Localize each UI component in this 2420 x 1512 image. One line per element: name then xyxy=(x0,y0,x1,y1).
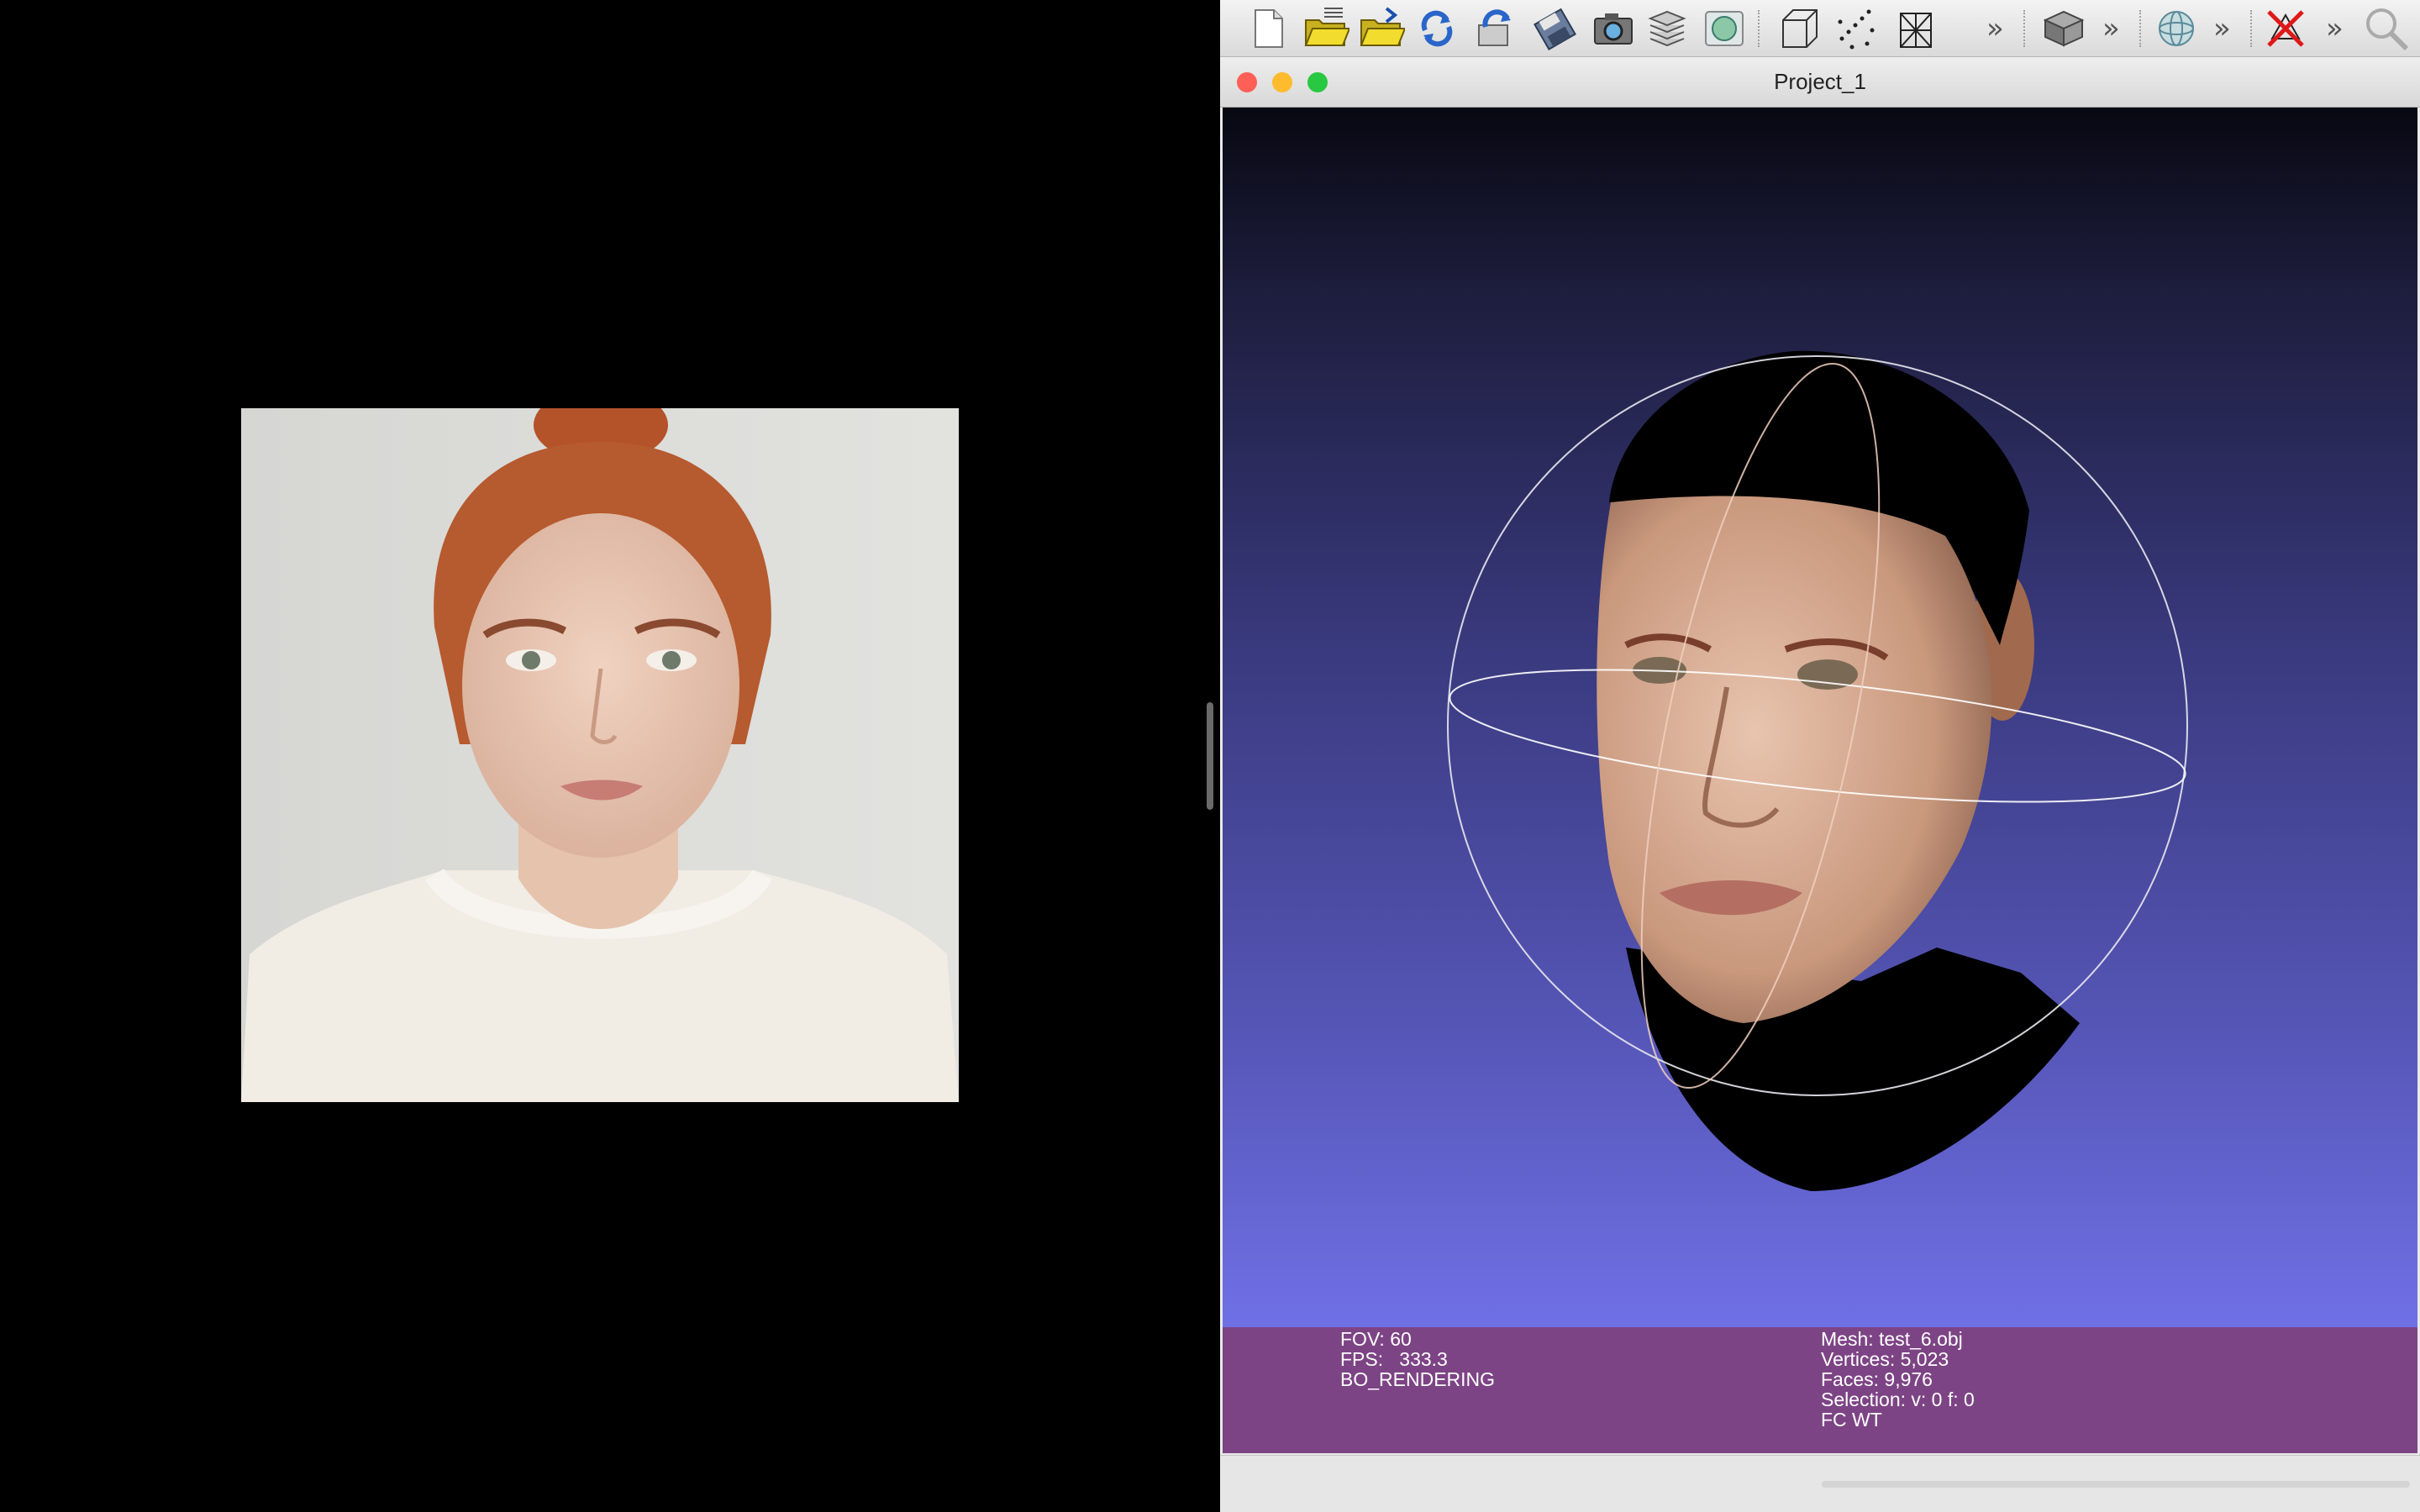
points-icon[interactable] xyxy=(1833,5,1881,52)
fps-readout: FPS: 333.3 xyxy=(1340,1348,1448,1370)
more-chevron-icon[interactable]: » xyxy=(2102,12,2120,45)
split-divider-handle[interactable] xyxy=(1207,702,1213,810)
zoom-icon[interactable] xyxy=(2363,5,2410,52)
render-mode-icon[interactable] xyxy=(2040,5,2087,52)
import-mesh-icon[interactable] xyxy=(1358,5,1407,52)
3d-viewport[interactable] xyxy=(1223,108,2417,1327)
open-project-icon[interactable] xyxy=(1302,5,1351,52)
wireframe-icon[interactable] xyxy=(1892,5,1939,52)
flags-readout: FC WT xyxy=(1821,1409,1882,1431)
more-chevron-icon[interactable]: » xyxy=(2326,12,2344,45)
mesh-name-readout: Mesh: test_6.obj xyxy=(1821,1328,1963,1350)
viewport-info-overlay: FOV: 60 FPS: 333.3 BO_RENDERING Mesh: te… xyxy=(1223,1327,2417,1453)
window-titlebar: Project_1 xyxy=(1220,57,2420,108)
window-title: Project_1 xyxy=(1774,69,1866,94)
sphere-decorator-icon[interactable] xyxy=(2153,5,2200,52)
raster-icon[interactable] xyxy=(1701,5,1748,52)
reload-icon[interactable] xyxy=(1413,5,1460,52)
bounding-box-icon[interactable] xyxy=(1775,5,1822,52)
vertices-readout: Vertices: 5,023 xyxy=(1821,1348,1949,1370)
mesh-viewer-app: » » » » Project_1 FOV: 60 FPS: 333.3 BO_… xyxy=(1220,0,2420,1512)
render-info: FOV: 60 FPS: 333.3 BO_RENDERING xyxy=(1340,1329,1495,1389)
selection-readout: Selection: v: 0 f: 0 xyxy=(1821,1389,1975,1410)
more-chevron-icon[interactable]: » xyxy=(2213,12,2231,45)
status-bar xyxy=(1220,1455,2420,1512)
render-mode-readout: BO_RENDERING xyxy=(1340,1368,1496,1390)
horizontal-scrollbar[interactable] xyxy=(1822,1481,2410,1488)
snapshot-icon[interactable] xyxy=(1590,5,1637,52)
reference-portrait-photo xyxy=(241,408,959,1102)
mesh-info: Mesh: test_6.obj Vertices: 5,023 Faces: … xyxy=(1821,1329,1975,1430)
delete-selection-icon[interactable] xyxy=(2262,5,2309,52)
main-toolbar: » » » » xyxy=(1220,0,2420,57)
reload-all-icon[interactable] xyxy=(1472,5,1519,52)
faces-readout: Faces: 9,976 xyxy=(1821,1368,1933,1390)
save-icon[interactable] xyxy=(1531,5,1578,52)
layers-icon[interactable] xyxy=(1644,5,1691,52)
reference-image-pane xyxy=(0,0,1213,1512)
more-chevron-icon[interactable]: » xyxy=(1986,12,2004,45)
new-document-icon[interactable] xyxy=(1245,5,1292,52)
fov-readout: FOV: 60 xyxy=(1340,1328,1412,1350)
